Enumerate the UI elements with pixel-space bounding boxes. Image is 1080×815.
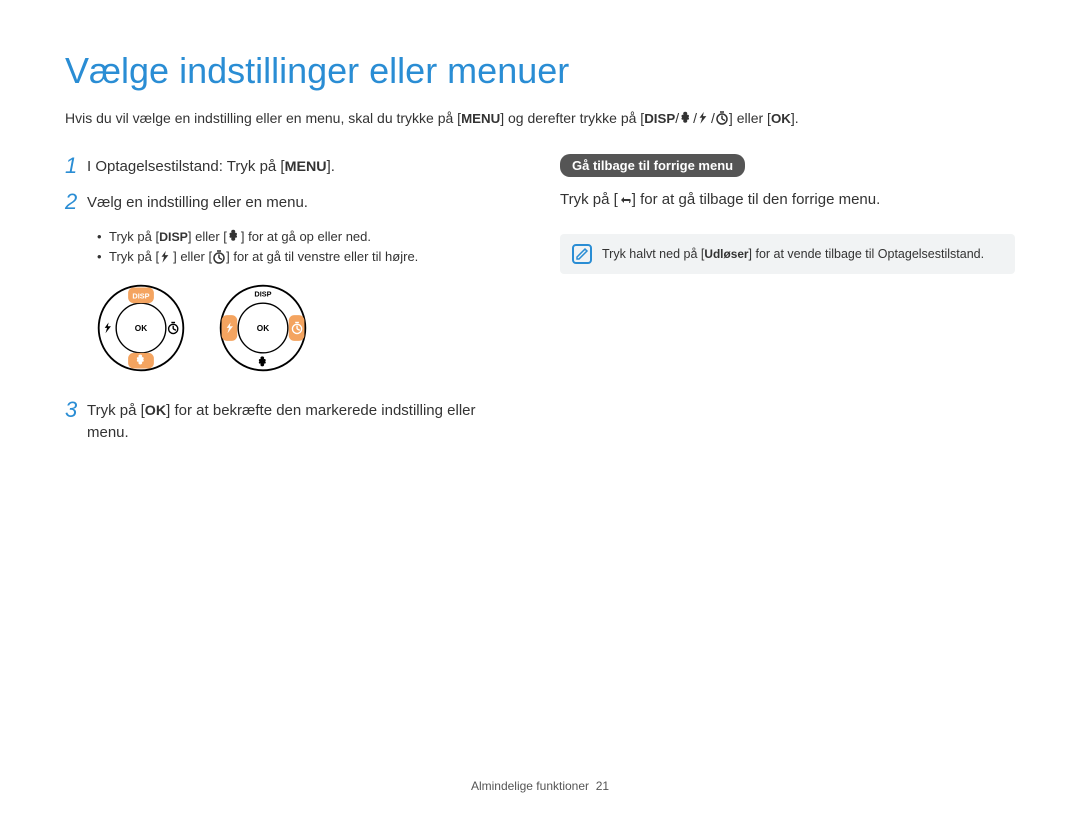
intro-text: Hvis du vil vælge en indstilling eller e… — [65, 110, 1015, 126]
step-1: 1 I Optagelsestilstand: Tryk på [MENU]. — [65, 154, 520, 178]
step-number: 1 — [65, 154, 87, 178]
ok-label: OK — [135, 324, 147, 333]
back-instruction: Tryk på [] for at gå tilbage til den for… — [560, 191, 1015, 208]
timer-icon — [169, 323, 178, 334]
back-subheading: Gå tilbage til forrige menu — [560, 154, 745, 177]
back-icon — [618, 192, 632, 206]
timer-icon — [212, 250, 226, 264]
page-title: Vælge indstillinger eller menuer — [65, 50, 1015, 92]
flower-icon — [679, 111, 693, 125]
step-number: 2 — [65, 190, 87, 214]
step-3: 3 Tryk på [OK] for at bekræfte den marke… — [65, 398, 520, 443]
dial-illustrations: DISP OK DISP — [95, 282, 520, 374]
page-footer: Almindelige funktioner 21 — [0, 779, 1080, 793]
note-box: Tryk halvt ned på [Udløser] for at vende… — [560, 234, 1015, 274]
dial-vertical: DISP OK — [95, 282, 187, 374]
note-icon — [572, 244, 592, 264]
dial-horizontal: DISP OK — [217, 282, 309, 374]
flash-icon — [697, 111, 711, 125]
ok-label: OK — [257, 324, 269, 333]
right-column: Gå tilbage til forrige menu Tryk på [] f… — [560, 154, 1015, 455]
flower-icon — [227, 229, 241, 243]
left-column: 1 I Optagelsestilstand: Tryk på [MENU]. … — [65, 154, 520, 455]
step-2-bullets: Tryk på [DISP] eller [] for at gå op ell… — [97, 227, 520, 269]
flash-icon — [105, 323, 111, 334]
flash-icon — [159, 250, 173, 264]
disp-label: DISP — [132, 292, 149, 301]
step-2: 2 Vælg en indstilling eller en menu. — [65, 190, 520, 214]
step-number: 3 — [65, 398, 87, 422]
timer-icon — [715, 111, 729, 125]
flower-icon — [259, 357, 266, 367]
disp-label: DISP — [254, 290, 271, 299]
